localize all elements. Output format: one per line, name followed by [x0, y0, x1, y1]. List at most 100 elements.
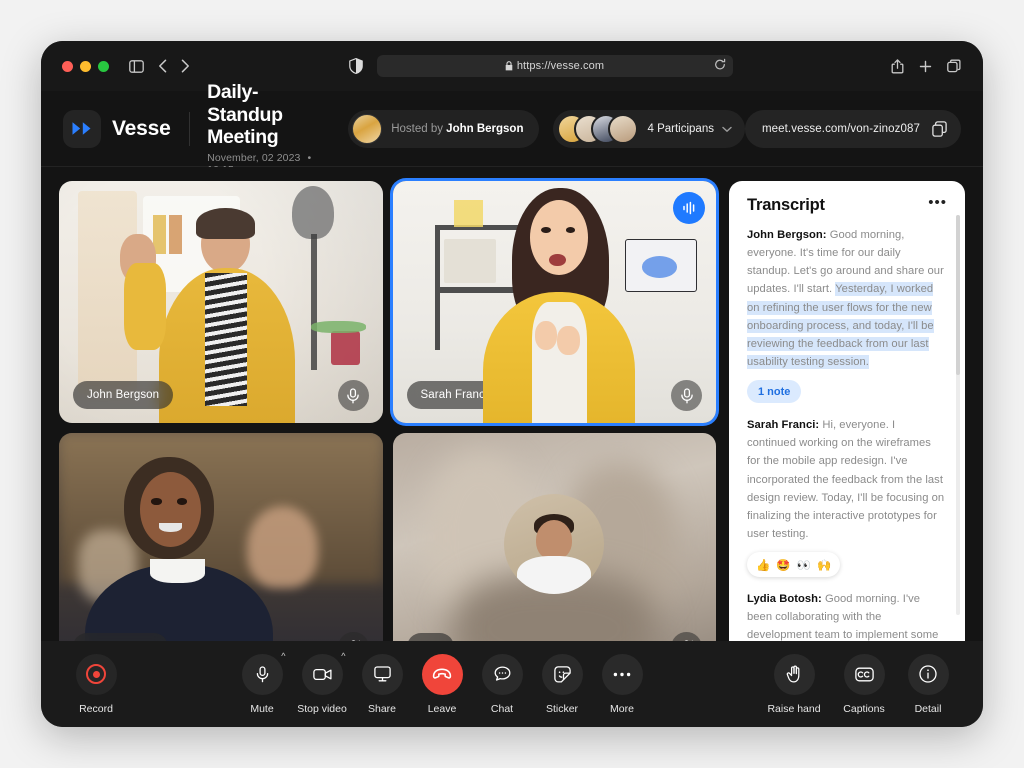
address-bar-text: https://vesse.com [517, 60, 604, 72]
sidebar-toggle-icon[interactable] [129, 60, 144, 73]
leave-label: Leave [428, 703, 457, 715]
shield-icon[interactable] [349, 58, 363, 74]
host-label: Hosted by John Bergson [391, 123, 523, 135]
mute-button[interactable]: ^ Mute [233, 654, 291, 715]
reload-icon[interactable] [714, 59, 726, 74]
participant-name-label: John Bergson [73, 381, 173, 409]
record-icon [76, 654, 117, 695]
maximize-window-button[interactable] [98, 61, 109, 72]
participant-avatar-stack [557, 114, 638, 144]
raise-hand-button[interactable]: Raise hand [759, 654, 829, 715]
share-label: Share [368, 703, 396, 715]
back-chevron-icon[interactable] [158, 59, 167, 73]
transcript-speaker: Lydia Botosh: [747, 593, 822, 605]
chat-button[interactable]: Chat [473, 654, 531, 715]
stop-video-label: Stop video [297, 703, 347, 715]
captions-button[interactable]: Captions [831, 654, 897, 715]
video-camera-icon: ^ [302, 654, 343, 695]
avatar [608, 114, 638, 144]
share-screen-button[interactable]: Share [353, 654, 411, 715]
transcript-scrollbar-thumb[interactable] [956, 215, 960, 375]
mic-on-icon[interactable] [338, 380, 369, 411]
video-tile-lydia-botosh[interactable]: Lydia Botosh [59, 433, 383, 675]
chat-label: Chat [491, 703, 513, 715]
transcript-text: Hi, everyone. I continued working on the… [747, 419, 944, 540]
reaction-bar[interactable]: 👍 🤩 👀 🙌 [747, 552, 840, 577]
lock-icon [505, 61, 513, 71]
transcript-header: Transcript ••• [729, 181, 965, 224]
minimize-window-button[interactable] [80, 61, 91, 72]
thumbs-up-icon[interactable]: 👍 [756, 558, 770, 572]
share-icon[interactable] [891, 59, 904, 74]
close-window-button[interactable] [62, 61, 73, 72]
transcript-speaker: Sarah Franci: [747, 419, 819, 431]
transcript-entry: Sarah Franci: Hi, everyone. I continued … [747, 416, 947, 577]
eyes-icon[interactable]: 👀 [797, 558, 811, 572]
host-badge[interactable]: Hosted by John Bergson [348, 110, 539, 148]
app-header: Vesse Daily-Standup Meeting November, 02… [41, 91, 983, 167]
mute-label: Mute [250, 703, 273, 715]
transcript-list[interactable]: John Bergson: Good morning, everyone. It… [729, 224, 965, 666]
transcript-speaker: John Bergson: [747, 229, 827, 241]
forward-chevron-icon[interactable] [181, 59, 190, 73]
participants-dropdown[interactable]: 4 Participans [553, 110, 744, 148]
host-avatar [352, 114, 382, 144]
page-title: Daily-Standup Meeting [207, 81, 322, 148]
meeting-date: November, 02 2023 [207, 152, 300, 164]
meeting-link-text: meet.vesse.com/von-zinoz087 [762, 123, 920, 135]
meeting-link-field[interactable]: meet.vesse.com/von-zinoz087 [745, 110, 961, 148]
chevron-up-icon[interactable]: ^ [341, 651, 345, 661]
raising-hands-icon[interactable]: 🙌 [817, 558, 831, 572]
plus-icon[interactable] [919, 60, 932, 73]
fast-forward-logo-icon[interactable] [63, 110, 101, 148]
raise-hand-label: Raise hand [767, 703, 820, 715]
end-call-icon [422, 654, 463, 695]
detail-label: Detail [915, 703, 942, 715]
sticker-icon [542, 654, 583, 695]
chevron-down-icon [722, 120, 732, 138]
browser-toolbar: https://vesse.com [41, 41, 983, 91]
header-divider [189, 112, 190, 146]
tabs-icon[interactable] [947, 59, 961, 73]
browser-window: https://vesse.com [41, 41, 983, 727]
microphone-icon: ^ [242, 654, 283, 695]
meeting-info: Daily-Standup Meeting November, 02 2023 … [207, 81, 322, 175]
more-horizontal-icon [602, 654, 643, 695]
video-tile-you[interactable]: You [393, 433, 717, 675]
meeting-datetime-separator: • [308, 152, 312, 164]
info-icon [908, 654, 949, 695]
more-label: More [610, 703, 634, 715]
meeting-toolbar: Record ^ Mute ^ St [41, 641, 983, 727]
audio-wave-icon [673, 192, 705, 224]
screen-share-icon [362, 654, 403, 695]
video-tile-sarah-franci[interactable]: Sarah Franci [393, 181, 717, 423]
closed-captions-icon [844, 654, 885, 695]
sticker-button[interactable]: Sticker [533, 654, 591, 715]
video-tile-john-bergson[interactable]: John Bergson [59, 181, 383, 423]
address-bar[interactable]: https://vesse.com [377, 55, 733, 77]
note-badge[interactable]: 1 note [747, 380, 801, 403]
host-prefix: Hosted by [391, 123, 446, 135]
star-struck-icon[interactable]: 🤩 [776, 558, 790, 572]
transcript-panel: Transcript ••• John Bergson: Good mornin… [729, 181, 965, 675]
brand-name: Vesse [112, 117, 171, 141]
chat-bubble-icon [482, 654, 523, 695]
leave-button[interactable]: Leave [413, 654, 471, 715]
transcript-scrollbar[interactable] [956, 215, 960, 615]
record-button[interactable]: Record [67, 654, 125, 715]
record-label: Record [79, 703, 113, 715]
mic-on-icon[interactable] [671, 380, 702, 411]
window-traffic-lights [62, 61, 109, 72]
copy-icon[interactable] [932, 121, 947, 137]
video-grid: John Bergson [59, 181, 716, 675]
transcript-title: Transcript [747, 196, 825, 215]
detail-button[interactable]: Detail [899, 654, 957, 715]
stop-video-button[interactable]: ^ Stop video [293, 654, 351, 715]
captions-label: Captions [843, 703, 884, 715]
meeting-stage: John Bergson [41, 167, 983, 675]
avatar [504, 494, 604, 594]
more-button[interactable]: More [593, 654, 651, 715]
more-horizontal-icon[interactable]: ••• [926, 195, 949, 216]
chevron-up-icon[interactable]: ^ [281, 651, 285, 661]
host-name: John Bergson [446, 123, 523, 135]
